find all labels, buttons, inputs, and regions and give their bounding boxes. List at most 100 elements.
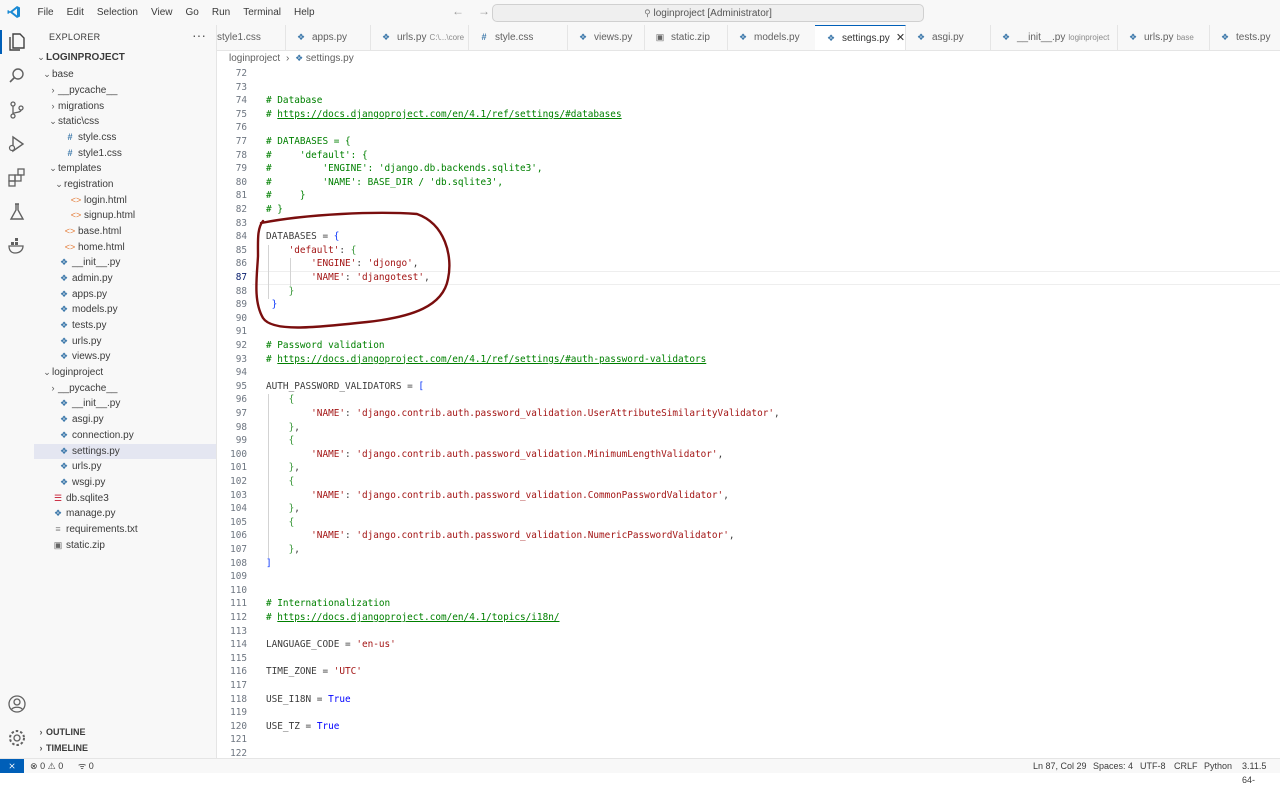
tree-file[interactable]: <> home.html	[34, 240, 216, 256]
tree-file[interactable]: <> login.html	[34, 193, 216, 209]
ports-indicator[interactable]: ᯤ 0	[78, 759, 94, 773]
menu-file[interactable]: File	[31, 0, 60, 25]
tree-folder[interactable]: ⌄base	[34, 67, 216, 83]
editor-tab[interactable]: ❖ views.py	[567, 25, 645, 50]
editor-tab[interactable]: ❖ asgi.py	[905, 25, 991, 50]
back-arrow-icon[interactable]: ←	[452, 4, 464, 18]
tree-file[interactable]: ❖ connection.py	[34, 428, 216, 444]
breadcrumb-file[interactable]: settings.py	[306, 53, 354, 64]
tree-file[interactable]: <> signup.html	[34, 208, 216, 224]
line-number: 106	[230, 530, 247, 542]
python-interpreter[interactable]: 3.11.5 64-	[1242, 759, 1280, 787]
code-token[interactable]: https://docs.djangoproject.com/en/4.1/to…	[277, 612, 559, 623]
problems-indicator[interactable]: ⊗ 0 ⚠ 0	[30, 759, 63, 773]
menu-go[interactable]: Go	[179, 0, 205, 25]
tree-file[interactable]: ▣ static.zip	[34, 538, 216, 554]
docker-whale-icon[interactable]	[6, 235, 28, 257]
tree-item-label: templates	[58, 163, 102, 175]
line-ending[interactable]: CRLF	[1174, 759, 1198, 773]
editor-tab[interactable]: ❖ apps.py	[285, 25, 371, 50]
language-mode[interactable]: Python	[1204, 759, 1232, 773]
accounts-icon[interactable]	[6, 693, 28, 715]
tree-folder[interactable]: ⌄registration	[34, 177, 216, 193]
menu-help[interactable]: Help	[288, 0, 322, 25]
tree-file[interactable]: ❖ manage.py	[34, 506, 216, 522]
tree-folder[interactable]: ⌄templates	[34, 161, 216, 177]
tree-file[interactable]: ☰ db.sqlite3	[34, 491, 216, 507]
encoding[interactable]: UTF-8	[1140, 759, 1166, 773]
menu-selection[interactable]: Selection	[90, 0, 144, 25]
tree-file[interactable]: ❖ asgi.py	[34, 412, 216, 428]
tab-label: settings.py	[842, 33, 890, 44]
editor-tab[interactable]: ❖ models.py	[727, 25, 816, 50]
timeline-section[interactable]: › TIMELINE	[34, 741, 216, 756]
editor-tab[interactable]: # style.css	[468, 25, 568, 50]
tree-file[interactable]: ❖ views.py	[34, 349, 216, 365]
code-token: #	[266, 353, 278, 365]
line-number: 96	[235, 394, 247, 406]
search-icon[interactable]	[6, 65, 28, 87]
explorer-icon[interactable]	[6, 31, 28, 53]
breadcrumb-folder[interactable]: loginproject	[229, 53, 280, 64]
line-number: 103	[230, 489, 247, 501]
indentation[interactable]: Spaces: 4	[1093, 759, 1133, 773]
tree-item-label: login.html	[84, 194, 127, 206]
tree-folder[interactable]: › __pycache__	[34, 381, 216, 397]
tree-file[interactable]: ❖ __init__.py	[34, 396, 216, 412]
tree-file[interactable]: ≡ requirements.txt	[34, 522, 216, 538]
more-actions-icon[interactable]: ···	[192, 27, 206, 43]
tree-folder[interactable]: ⌄static\css	[34, 114, 216, 130]
testing-flask-icon[interactable]	[6, 201, 28, 223]
menu-edit[interactable]: Edit	[60, 0, 90, 25]
tree-file[interactable]: ❖ urls.py	[34, 334, 216, 350]
code-token: 'django.contrib.auth.password_validation…	[356, 530, 729, 542]
tree-file[interactable]: ❖ models.py	[34, 302, 216, 318]
extensions-icon[interactable]	[6, 167, 28, 189]
tree-file[interactable]: ❖ settings.py	[34, 443, 216, 460]
menu-run[interactable]: Run	[205, 0, 236, 25]
tree-file[interactable]: ❖ __init__.py	[34, 255, 216, 271]
run-debug-icon[interactable]	[6, 133, 28, 155]
tree-file[interactable]: ❖ admin.py	[34, 271, 216, 287]
tree-file[interactable]: <> base.html	[34, 224, 216, 240]
tree-file[interactable]: # style1.css	[34, 146, 216, 162]
menu-view[interactable]: View	[145, 0, 180, 25]
gear-icon[interactable]	[6, 727, 28, 749]
editor-tab[interactable]: ❖ urls.py C:\...\core	[370, 25, 469, 50]
editor-tab[interactable]: ▣ static.zip	[644, 25, 728, 50]
tree-folder[interactable]: › migrations	[34, 99, 216, 115]
tree-file[interactable]: ❖ apps.py	[34, 287, 216, 303]
line-number: 72	[235, 68, 247, 79]
code-token: 'en-us'	[356, 639, 396, 651]
code-token: {	[350, 244, 357, 256]
tree-item-label: urls.py	[72, 335, 102, 347]
outline-section[interactable]: › OUTLINE	[34, 725, 216, 740]
tree-folder[interactable]: ⌄loginproject	[34, 365, 216, 381]
close-icon[interactable]: ✕	[896, 32, 905, 44]
command-center[interactable]: ⚲ loginproject [Administrator]	[492, 4, 924, 22]
code-line: {	[266, 476, 295, 487]
cursor-position[interactable]: Ln 87, Col 29	[1033, 759, 1087, 773]
tree-file[interactable]: ❖ urls.py	[34, 459, 216, 475]
explorer-root[interactable]: ⌄LOGINPROJECT	[34, 50, 216, 66]
code-token: 'django.contrib.auth.password_validation…	[356, 448, 718, 460]
tree-file[interactable]: ❖ tests.py	[34, 318, 216, 334]
source-control-icon[interactable]	[6, 99, 28, 121]
forward-arrow-icon[interactable]: →	[478, 4, 490, 18]
editor-tab[interactable]: ❖ __init__.py loginproject	[990, 25, 1118, 50]
editor-tab[interactable]: ❖ urls.py base	[1117, 25, 1210, 50]
code-token[interactable]: https://docs.djangoproject.com/en/4.1/re…	[277, 354, 706, 365]
menu-terminal[interactable]: Terminal	[237, 0, 288, 25]
code-editor[interactable]: 72 73 74 # Database 75 # https://docs.djangop…	[217, 66, 1280, 759]
tree-file[interactable]: ❖ wsgi.py	[34, 475, 216, 491]
editor-tab[interactable]: ❖ settings.py ✕	[815, 25, 906, 50]
code-token: :	[345, 530, 357, 542]
remote-indicator-icon[interactable]: ⨯	[0, 759, 24, 773]
editor-tab[interactable]: ❖ tests.py	[1209, 25, 1280, 50]
tree-file[interactable]: # style.css	[34, 130, 216, 146]
tree-folder[interactable]: › __pycache__	[34, 83, 216, 99]
code-token[interactable]: https://docs.djangoproject.com/en/4.1/re…	[277, 109, 621, 120]
code-token: 'default'	[288, 244, 340, 256]
code-token: {	[288, 476, 295, 487]
editor-tab[interactable]: #style1.css	[217, 25, 286, 50]
